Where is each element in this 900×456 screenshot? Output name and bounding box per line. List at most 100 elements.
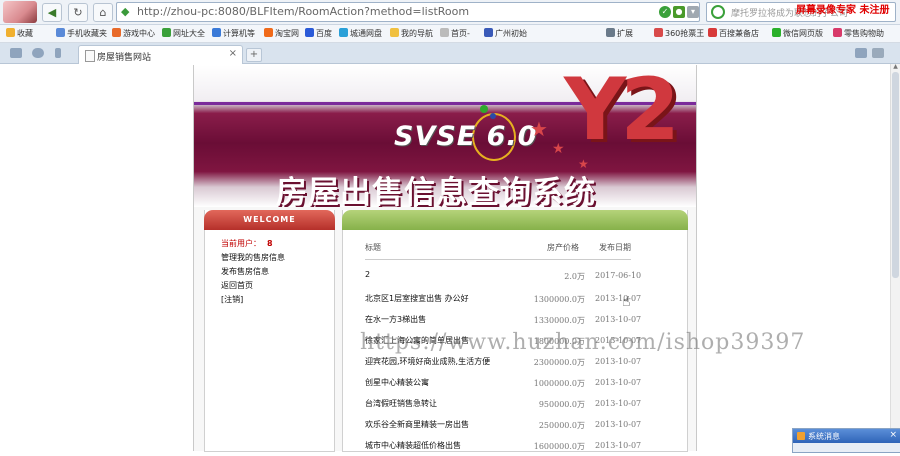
- bookmark-item[interactable]: 首页-: [440, 28, 470, 39]
- bookmark-item[interactable]: 360抢票王: [654, 28, 704, 39]
- cloud-icon: [339, 28, 348, 37]
- ticket-icon: [654, 28, 663, 37]
- y2-logo: Y2: [564, 65, 680, 160]
- svse-logo: SVSE 6.0: [394, 121, 538, 152]
- listing-price: 1600000.0万: [533, 442, 585, 451]
- table-row: 台湾假旺销售急转让 950000.0万 2013-10-07: [343, 398, 687, 414]
- listing-title-link[interactable]: 在水一方3梯出售: [365, 314, 426, 325]
- bookmark-item[interactable]: 游戏中心: [112, 28, 155, 39]
- user-avatar[interactable]: [3, 1, 37, 23]
- bookmark-item[interactable]: 百度: [305, 28, 332, 39]
- bookmark-item[interactable]: 广州初始: [484, 28, 527, 39]
- header-divider: [365, 259, 631, 260]
- scrollbar-thumb[interactable]: [892, 72, 899, 278]
- column-header-date: 发布日期: [599, 243, 631, 252]
- popup-header: 系统消息 ×: [793, 429, 900, 443]
- listing-date: 2013-10-07: [595, 294, 642, 303]
- folder-icon: [390, 28, 399, 37]
- bookmarks-bar: 收藏 手机收藏夹 游戏中心 网址大全 计算机等 淘宝网 百度 城通网盘 我的导航…: [0, 25, 900, 43]
- listing-title-link[interactable]: 创星中心精装公寓: [365, 377, 429, 388]
- table-row: 欢乐谷全新商里精装一房出售 250000.0万 2013-10-07: [343, 419, 687, 435]
- baidu-icon: [305, 28, 314, 37]
- home-icon[interactable]: ⌂: [93, 3, 113, 22]
- cart-icon: [833, 28, 842, 37]
- undo-icon[interactable]: [872, 48, 884, 58]
- refresh-icon[interactable]: ↻: [68, 3, 88, 22]
- bookmark-item[interactable]: 计算机等: [212, 28, 255, 39]
- grid-icon: [606, 28, 615, 37]
- bookmark-item[interactable]: 我的导航: [390, 28, 433, 39]
- new-tab-button[interactable]: +: [246, 48, 262, 62]
- extension-icon[interactable]: ●: [673, 6, 685, 18]
- scroll-up-icon[interactable]: ▲: [892, 64, 899, 70]
- site-watermark: https://www.huzhan.com/ishop39397: [360, 330, 806, 355]
- page-icon: [85, 50, 95, 62]
- listing-date: 2013-10-07: [595, 378, 642, 387]
- tab-strip: 房屋销售网站 × +: [0, 43, 900, 64]
- star-icon: ★: [530, 117, 548, 141]
- security-shield-icon: ◆: [121, 5, 130, 18]
- bookmark-item[interactable]: 零售购物助: [833, 28, 884, 39]
- logout-link[interactable]: [注销]: [221, 294, 243, 305]
- back-arrow-icon[interactable]: ◀: [42, 3, 62, 22]
- game-icon: [112, 28, 121, 37]
- dropdown-chevron-icon[interactable]: ▾: [687, 6, 699, 18]
- system-message-popup[interactable]: 系统消息 ×: [792, 428, 900, 453]
- window-restore-icon[interactable]: [855, 48, 867, 58]
- back-home-link[interactable]: 返回首页: [221, 280, 253, 291]
- vertical-scrollbar[interactable]: ▲: [890, 64, 900, 451]
- site-icon: [484, 28, 493, 37]
- green-dot: [480, 105, 488, 113]
- recorder-watermark: 屏幕录像专家 未注册: [796, 5, 890, 16]
- bookmark-item[interactable]: 淘宝网: [264, 28, 299, 39]
- phone-icon: [56, 28, 65, 37]
- message-icon: [797, 432, 805, 440]
- popup-title: 系统消息: [808, 432, 840, 441]
- site-icon: [212, 28, 221, 37]
- bookmark-item[interactable]: 手机收藏夹: [56, 28, 107, 39]
- bookmark-item[interactable]: 网址大全: [162, 28, 205, 39]
- table-row: 2 2.0万 2017-06-10: [343, 270, 687, 286]
- bookmark-item[interactable]: 扩展: [606, 28, 633, 39]
- browser-toolbar: ◀ ↻ ⌂ ◆ http://zhou-pc:8080/BLFItem/Room…: [0, 0, 900, 25]
- tab-active[interactable]: 房屋销售网站 ×: [78, 45, 243, 64]
- star-icon: ★: [552, 141, 565, 157]
- listing-header-bar: [342, 210, 688, 230]
- listing-price: 2300000.0万: [533, 358, 585, 367]
- bookmark-item[interactable]: 城通网盘: [339, 28, 382, 39]
- listing-title-link[interactable]: 城市中心精装超低价格出售: [365, 440, 461, 451]
- bookmark-item[interactable]: 收藏: [6, 28, 33, 39]
- listing-title-link[interactable]: 北京区1层室搜宣出售 办公好: [365, 293, 469, 304]
- phone-icon[interactable]: [55, 48, 61, 58]
- listing-title-link[interactable]: 2: [365, 270, 370, 279]
- sidebar-toggle-icon[interactable]: [10, 48, 22, 58]
- listing-title-link[interactable]: 欢乐谷全新商里精装一房出售: [365, 419, 469, 430]
- taobao-icon: [264, 28, 273, 37]
- site-banner: SVSE 6.0 ★ ★ ★ Y2 房屋出售信息查询系统: [194, 65, 696, 207]
- welcome-panel: WELCOME 当前用户： 8 管理我的售房信息 发布售房信息 返回首页 [注销]: [204, 210, 335, 452]
- address-bar[interactable]: ◆ http://zhou-pc:8080/BLFItem/RoomAction…: [116, 2, 700, 22]
- listing-price: 2.0万: [564, 272, 585, 281]
- page-icon: [440, 28, 449, 37]
- manage-listings-link[interactable]: 管理我的售房信息: [221, 252, 285, 263]
- table-row: 北京区1层室搜宣出售 办公好 1300000.0万 2013-10-07: [343, 293, 687, 309]
- bookmark-item[interactable]: 微信网页版: [772, 28, 823, 39]
- listing-title-link[interactable]: 迎宾花园,环境好商业成熟,生活方便: [365, 356, 490, 367]
- hand-cursor-icon: ☝: [622, 294, 631, 310]
- publish-listing-link[interactable]: 发布售房信息: [221, 266, 269, 277]
- wechat-icon: [772, 28, 781, 37]
- listing-date: 2013-10-07: [595, 357, 642, 366]
- address-url[interactable]: http://zhou-pc:8080/BLFItem/RoomAction?m…: [137, 5, 469, 18]
- listing-price: 1300000.0万: [533, 295, 585, 304]
- cloud-icon[interactable]: [32, 48, 44, 58]
- search-icon: [711, 5, 725, 19]
- column-header-title: 标题: [365, 243, 381, 252]
- table-row: 城市中心精装超低价格出售 1600000.0万 2013-10-07: [343, 440, 687, 456]
- listing-title-link[interactable]: 台湾假旺销售急转让: [365, 398, 437, 409]
- close-tab-icon[interactable]: ×: [229, 48, 237, 59]
- column-header-price: 房产价格: [547, 243, 579, 252]
- close-popup-icon[interactable]: ×: [889, 430, 897, 440]
- bookmark-item[interactable]: 百搜兼备店: [708, 28, 759, 39]
- listing-price: 250000.0万: [538, 421, 585, 430]
- safe-check-icon[interactable]: ✓: [659, 6, 671, 18]
